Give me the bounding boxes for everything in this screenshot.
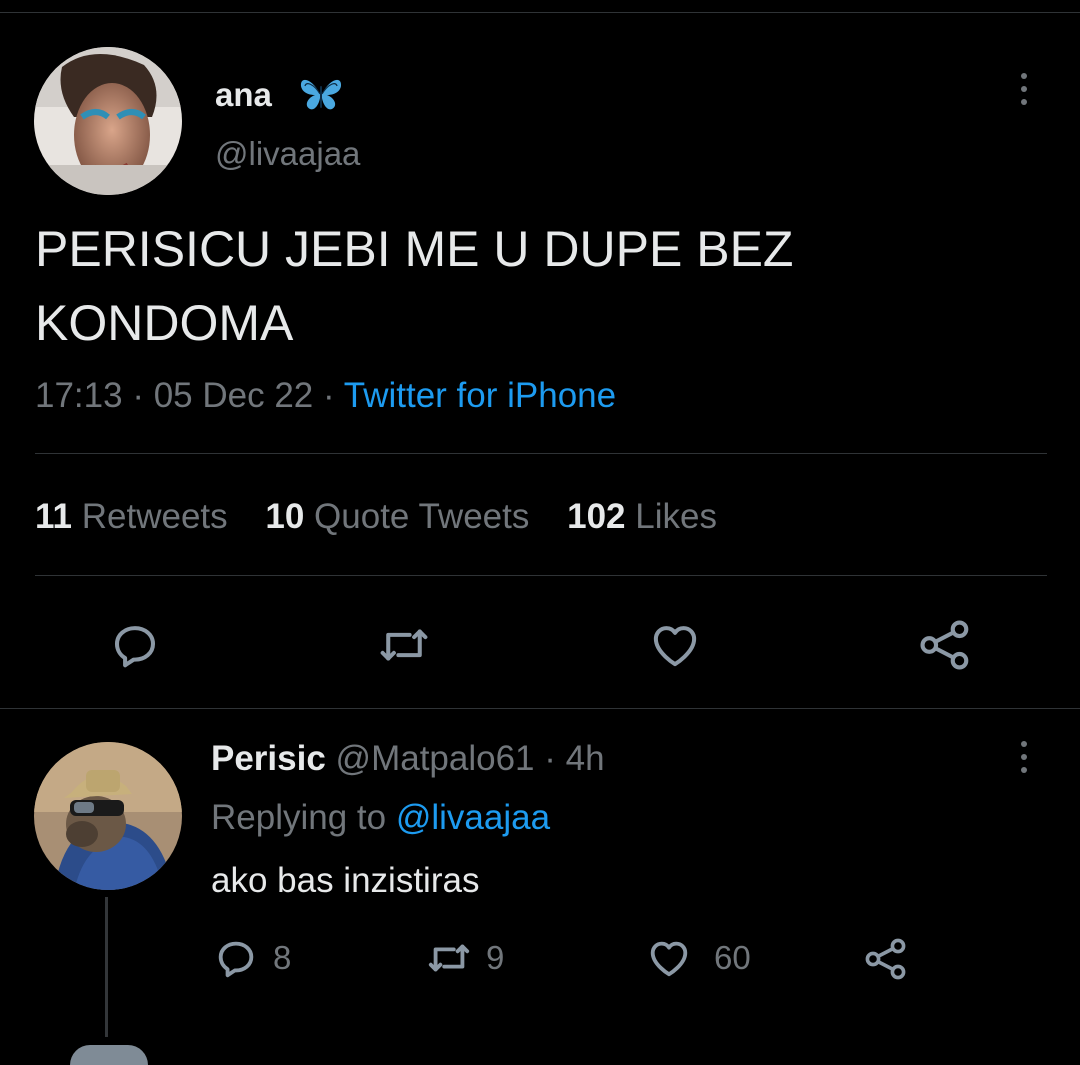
thread-line: [105, 897, 108, 1037]
retweet-button[interactable]: 9: [424, 935, 504, 981]
tweet-stats: 11 Retweets 10 Quote Tweets 102 Likes: [35, 497, 717, 537]
tweet-time[interactable]: 17:13: [35, 376, 123, 415]
like-count: 60: [714, 939, 751, 976]
meta-separator: ·: [132, 376, 144, 415]
heart-icon[interactable]: [648, 618, 702, 677]
divider: [35, 575, 1047, 576]
retweet-icon: [428, 944, 470, 972]
reply-author-name[interactable]: Perisic: [211, 739, 326, 778]
author-name[interactable]: ana: [215, 76, 272, 114]
retweet-count: 9: [486, 939, 505, 976]
quotes-stat[interactable]: 10 Quote Tweets: [265, 497, 529, 536]
author-avatar[interactable]: [34, 47, 182, 195]
tweet-text-line: PERISICU JEBI ME U DUPE BEZ: [35, 221, 794, 277]
like-button[interactable]: 60: [646, 935, 751, 981]
meta-separator: ·: [323, 376, 335, 415]
comment-bubble-icon[interactable]: [108, 618, 162, 677]
more-options-icon[interactable]: [1014, 73, 1034, 113]
likes-label: Likes: [635, 497, 717, 536]
replying-to: Replying to @livaajaa: [211, 798, 550, 838]
reply-button[interactable]: 8: [213, 935, 291, 981]
replying-prefix: Replying to: [211, 798, 387, 837]
likes-count: 102: [567, 497, 626, 536]
next-reply-avatar[interactable]: [70, 1045, 148, 1065]
main-tweet: ana @livaajaa PERISICU JEBI ME U DUPE BE…: [0, 0, 1080, 708]
retweets-label: Retweets: [81, 497, 228, 536]
divider: [35, 453, 1047, 454]
replying-handle[interactable]: @livaajaa: [396, 798, 550, 837]
share-button[interactable]: [862, 935, 910, 983]
tweet-text: PERISICU JEBI ME U DUPE BEZ KONDOMA: [35, 212, 793, 360]
retweets-count: 11: [35, 497, 72, 536]
reply-header: Perisic @Matpalo61 · 4h: [211, 739, 605, 779]
more-options-icon[interactable]: [1014, 741, 1034, 781]
share-icon: [865, 938, 906, 980]
reply-age[interactable]: 4h: [566, 739, 605, 778]
meta-separator: ·: [544, 739, 556, 778]
quotes-label: Quote Tweets: [314, 497, 530, 536]
reply-text: ako bas inzistiras: [211, 861, 480, 900]
reply-author-handle[interactable]: @Matpalo61: [336, 739, 535, 778]
author-handle[interactable]: @livaajaa: [215, 135, 360, 173]
comment-bubble-icon: [218, 941, 254, 978]
tweet-source[interactable]: Twitter for iPhone: [344, 376, 616, 415]
reply-tweet[interactable]: Perisic @Matpalo61 · 4h Replying to @liv…: [0, 709, 1080, 1065]
reply-avatar[interactable]: [34, 742, 182, 890]
butterfly-icon: [298, 74, 344, 114]
heart-icon: [650, 941, 688, 977]
retweet-icon[interactable]: [374, 618, 434, 677]
tweet-text-line: KONDOMA: [35, 295, 294, 351]
retweets-stat[interactable]: 11 Retweets: [35, 497, 228, 536]
tweet-date[interactable]: 05 Dec 22: [154, 376, 314, 415]
reply-count: 8: [273, 939, 292, 976]
tweet-meta: 17:13 · 05 Dec 22 · Twitter for iPhone: [35, 376, 616, 416]
share-icon[interactable]: [916, 616, 974, 679]
quotes-count: 10: [265, 497, 305, 536]
likes-stat[interactable]: 102 Likes: [567, 497, 717, 536]
